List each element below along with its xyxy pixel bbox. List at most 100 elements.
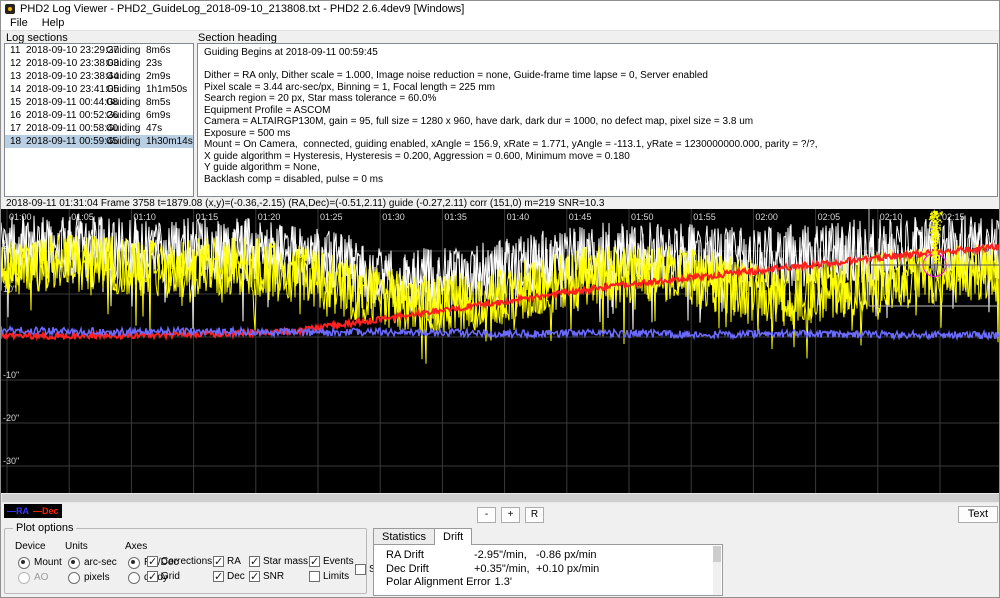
svg-text:01:05: 01:05 xyxy=(71,212,94,222)
stat-value-arcsec: -2.95"/min, xyxy=(474,549,527,561)
checkbox-grid[interactable]: Grid xyxy=(147,570,213,583)
stat-label: RA Drift xyxy=(386,549,424,561)
checkbox-label: Grid xyxy=(161,571,180,582)
option-group-device: Device Mount AO xyxy=(15,541,62,585)
log-cell-num: 11 xyxy=(10,45,21,56)
log-row[interactable]: 13 2018-09-10 23:38:44 Guiding 2m9s xyxy=(5,70,193,83)
stats-scrollbar[interactable] xyxy=(713,546,721,595)
radio-button[interactable] xyxy=(18,571,30,584)
checkbox-events[interactable]: Events xyxy=(309,555,355,568)
radio-label: arc-sec xyxy=(84,557,117,568)
checkbox-box[interactable] xyxy=(309,555,320,568)
reset-zoom-button[interactable]: R xyxy=(525,507,544,523)
log-cell-dur: 8m5s xyxy=(146,97,171,108)
radio-pixels[interactable]: pixels xyxy=(65,570,117,585)
checkbox-box[interactable] xyxy=(147,555,158,568)
svg-text:02:00: 02:00 xyxy=(755,212,778,222)
log-cell-type: Guiding xyxy=(106,136,141,147)
menu-file[interactable]: File xyxy=(3,17,35,30)
checkbox-box[interactable] xyxy=(249,570,260,583)
log-cell-type: Guiding xyxy=(106,123,141,134)
option-group-title: Device xyxy=(15,541,46,552)
log-cell-dur: 6m9s xyxy=(146,110,171,121)
checkbox-box[interactable] xyxy=(309,571,320,582)
radio-arc-sec[interactable]: arc-sec xyxy=(65,555,117,570)
log-cell-type: Guiding xyxy=(106,110,141,121)
svg-text:-20": -20" xyxy=(3,413,19,423)
log-row[interactable]: 11 2018-09-10 23:29:27 Guiding 8m6s xyxy=(5,44,193,57)
checkbox-dec[interactable]: Dec xyxy=(213,570,249,583)
plot-options-label: Plot options xyxy=(13,522,77,534)
log-sections-list[interactable]: 11 2018-09-10 23:29:27 Guiding 8m6s 12 2018-0… xyxy=(4,43,194,197)
radio-label: Mount xyxy=(34,557,62,568)
log-cell-time: 2018-09-10 23:38:03 xyxy=(26,58,119,69)
tab-statistics[interactable]: Statistics xyxy=(373,528,436,544)
log-row[interactable]: 16 2018-09-11 00:52:26 Guiding 6m9s xyxy=(5,109,193,122)
svg-text:01:10: 01:10 xyxy=(133,212,156,222)
log-cell-dur: 47s xyxy=(146,123,163,134)
text-view-button[interactable]: Text xyxy=(958,506,998,523)
checkbox-label: RA xyxy=(227,556,241,567)
scrollbar-thumb[interactable] xyxy=(2,494,999,502)
log-cell-type: Guiding xyxy=(106,58,141,69)
log-row[interactable]: 17 2018-09-11 00:58:40 Guiding 47s xyxy=(5,122,193,135)
chart-horizontal-scrollbar[interactable] xyxy=(1,493,999,503)
log-row[interactable]: 14 2018-09-10 23:41:05 Guiding 1h1m50s xyxy=(5,83,193,96)
stat-row: RA Drift -2.95"/min, -0.86 px/min xyxy=(386,549,722,563)
log-cell-num: 18 xyxy=(10,136,22,147)
checkbox-box[interactable] xyxy=(355,563,366,575)
svg-text:-30": -30" xyxy=(3,456,19,466)
checkbox-box[interactable] xyxy=(249,555,260,568)
checkbox-label: SNR xyxy=(263,571,285,582)
checkbox-box[interactable] xyxy=(213,555,224,568)
option-group-title: Units xyxy=(65,541,88,552)
checkbox-box[interactable] xyxy=(213,570,224,583)
checkbox-snr[interactable]: SNR xyxy=(249,570,309,583)
zoom-in-button[interactable]: + xyxy=(501,507,520,523)
log-cell-type: Guiding xyxy=(106,45,141,56)
phd2-log-viewer-window: PHD2 Log Viewer - PHD2_GuideLog_2018-09-… xyxy=(0,0,1000,598)
svg-text:01:15: 01:15 xyxy=(196,212,219,222)
log-cell-type: Guiding xyxy=(106,97,141,108)
log-cell-time: 2018-09-11 00:44:08 xyxy=(26,97,119,108)
svg-text:02:05: 02:05 xyxy=(818,212,841,222)
zoom-out-button[interactable]: - xyxy=(477,507,496,523)
log-cell-time: 2018-09-11 00:59:45 xyxy=(26,136,119,147)
svg-text:01:25: 01:25 xyxy=(320,212,343,222)
stat-label: Polar Alignment Error xyxy=(386,576,491,588)
log-cell-dur: 8m6s xyxy=(146,45,171,56)
radio-ao[interactable]: AO xyxy=(15,570,57,585)
svg-text:01:50: 01:50 xyxy=(631,212,654,222)
checkbox-label: Limits xyxy=(323,571,350,582)
checkbox-ra[interactable]: RA xyxy=(213,555,249,568)
log-cell-dur: 1h30m14s xyxy=(146,136,193,147)
radio-button[interactable] xyxy=(128,556,140,569)
checkbox-corrections[interactable]: Corrections xyxy=(147,555,213,568)
checkbox-limits[interactable]: Limits xyxy=(309,571,355,582)
app-icon xyxy=(5,4,15,14)
radio-button[interactable] xyxy=(18,556,30,569)
radio-mount[interactable]: Mount xyxy=(15,555,62,570)
stats-panel: Statistics Drift RA Drift -2.95"/min, -0.86… xyxy=(373,528,723,596)
checkbox-star-mass[interactable]: Star mass xyxy=(249,555,309,568)
checkbox-box[interactable] xyxy=(147,570,158,583)
section-heading-box[interactable]: Guiding Begins at 2018-09-11 00:59:45 Di… xyxy=(197,43,998,197)
radio-button[interactable] xyxy=(68,556,80,569)
log-row[interactable]: 12 2018-09-10 23:38:03 Guiding 23s xyxy=(5,57,193,70)
svg-text:01:40: 01:40 xyxy=(507,212,530,222)
tab-drift[interactable]: Drift xyxy=(434,528,473,545)
checkbox-label: Events xyxy=(323,556,354,567)
stats-tabs: Statistics Drift xyxy=(373,528,473,545)
chart-legend: —RA —Dec xyxy=(4,504,62,518)
svg-text:01:30: 01:30 xyxy=(382,212,405,222)
stat-value-pixels: +0.10 px/min xyxy=(536,562,600,575)
menu-help[interactable]: Help xyxy=(35,17,72,30)
radio-button[interactable] xyxy=(68,571,80,584)
radio-button[interactable] xyxy=(128,571,140,584)
guide-chart[interactable]: 01:00 01:05 01:10 01:15 01:20 01:25 01:30 01:35… xyxy=(1,209,1000,493)
plot-options-group: Plot options Device Mount AO Units arc-sec pi… xyxy=(4,522,401,594)
log-row[interactable]: 18 2018-09-11 00:59:45 Guiding 1h30m14s xyxy=(5,135,193,148)
stats-scrollbar-thumb[interactable] xyxy=(713,546,721,562)
log-row[interactable]: 15 2018-09-11 00:44:08 Guiding 8m5s xyxy=(5,96,193,109)
svg-text:-10": -10" xyxy=(3,370,19,380)
